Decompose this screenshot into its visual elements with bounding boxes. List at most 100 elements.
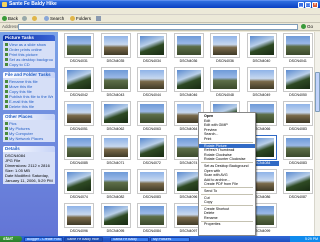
taskbar-button[interactable]: Blogger - Create Post (24, 236, 63, 242)
photo-thumbnail (140, 36, 164, 55)
go-button[interactable]: Go (301, 24, 317, 30)
thumbnail-item[interactable]: DSCN4035 (99, 33, 133, 65)
thumbnail-label: DSCN4083 (289, 161, 307, 165)
thumbnail-item[interactable]: DSCN4095 (99, 203, 133, 235)
thumbnail-label: DSCN4046 (179, 93, 198, 97)
thumbnail-item[interactable]: DSCN4082 (99, 169, 133, 201)
thumbnail-item[interactable]: DSCN4036 (208, 33, 242, 65)
thumbnail-frame (64, 33, 94, 58)
thumbnail-label: DSCN4035 (106, 59, 125, 63)
thumbnail-item[interactable]: DSCN4063 (135, 101, 169, 133)
thumbnail-item[interactable]: DSCN4074 (62, 169, 96, 201)
thumbnail-item[interactable]: DSCN4083 (281, 101, 315, 133)
thumbnail-item[interactable]: DSCN4071 (99, 135, 133, 167)
thumbnail-item[interactable]: DSCN4051 (62, 101, 96, 133)
taskbar-button[interactable]: Santa Fe Baldy (110, 236, 149, 242)
photo-thumbnail (67, 138, 91, 157)
thumbnail-item[interactable]: DSCN4087 (281, 169, 315, 201)
thumbnail-frame (210, 67, 240, 92)
context-menu-item[interactable]: Create PDF from File (199, 182, 255, 187)
thumbnail-item[interactable]: DSCN4096 (62, 203, 96, 235)
thumbnail-item[interactable]: DSCN4083 (135, 169, 169, 201)
photo-thumbnail (213, 70, 237, 89)
thumbnail-frame (246, 67, 277, 92)
forward-button[interactable] (22, 16, 28, 22)
thumbnail-item[interactable]: DSCN4040 (245, 33, 279, 65)
thumbnail-item[interactable]: DSCN4034 (135, 33, 169, 65)
photo-thumbnail (176, 138, 201, 157)
taskbar-button[interactable]: Sante Fe Baldy Hike (64, 236, 103, 242)
thumbnail-item[interactable]: DSCN4041 (281, 33, 315, 65)
task-icon (5, 48, 8, 51)
vertical-scrollbar[interactable] (314, 32, 320, 236)
file-task-item-5[interactable]: Delete this file (5, 104, 53, 109)
menu-bar: FileEditViewFavoritesToolsHelp (0, 8, 320, 22)
file-tasks-header[interactable]: File and Folder Tasks (3, 72, 55, 78)
thumbnail-item[interactable]: DSCN4084 (135, 203, 169, 235)
thumbnail-item[interactable]: DSCN4062 (99, 101, 133, 133)
views-button[interactable] (96, 16, 102, 22)
context-menu-item[interactable]: Rename (199, 216, 255, 221)
thumbnail-item[interactable]: DSCN4072 (135, 135, 169, 167)
thumbnail-label: DSCN4041 (289, 59, 307, 63)
thumbnail-frame (137, 203, 167, 228)
thumbnail-item[interactable]: DSCN4049 (245, 67, 279, 99)
context-menu-item[interactable]: Copy (199, 200, 255, 205)
thumbnail-label: DSCN4096 (70, 229, 88, 233)
back-button[interactable]: Back (2, 16, 18, 22)
thumbnail-frame (137, 33, 167, 58)
folder-up-icon (32, 16, 37, 21)
thumbnail-frame (100, 67, 131, 92)
thumbnail-item[interactable]: DSCN4031 (62, 33, 96, 65)
thumbnail-label: DSCN4036 (179, 59, 198, 63)
photo-thumbnail (67, 36, 91, 55)
context-menu-item[interactable]: Print (199, 137, 255, 142)
thumbnail-label: DSCN4048 (216, 93, 234, 97)
thumbnail-item[interactable]: DSCN4036 (172, 33, 206, 65)
photo-thumbnail (249, 70, 274, 89)
thumbnail-item[interactable]: DSCN4043 (99, 67, 133, 99)
title-bar[interactable]: Sante Fe Baldy Hike _ □ × (0, 0, 320, 8)
thumbnail-item[interactable]: DSCN4044 (135, 67, 169, 99)
address-field[interactable] (18, 24, 298, 30)
address-bar: Address Go (0, 23, 320, 31)
task-icon (5, 132, 8, 135)
thumbnail-frame (137, 169, 167, 194)
thumbnail-frame (283, 33, 313, 58)
photo-thumbnail (286, 138, 310, 157)
context-menu-item[interactable]: Send To (199, 189, 255, 194)
context-menu-item[interactable]: Set as Desktop Background (199, 164, 255, 169)
scrollbar-thumb[interactable] (315, 72, 320, 112)
thumbnail-frame (100, 135, 131, 160)
folders-button[interactable]: Folders (70, 16, 91, 22)
thumbnail-item[interactable]: DSCN4048 (208, 67, 242, 99)
thumbnail-frame (100, 101, 131, 126)
context-menu-item[interactable]: Properties (199, 222, 255, 227)
thumbnail-item[interactable]: DSCN4085 (62, 135, 96, 167)
thumbnail-label: DSCN4043 (106, 93, 125, 97)
task-icon (5, 95, 8, 98)
context-menu-item[interactable]: Rotate Counter Clockwise (199, 157, 255, 162)
search-button[interactable]: Search (44, 16, 64, 22)
explorer-window: Sante Fe Baldy Hike _ □ × FileEditViewFa… (0, 0, 320, 236)
task-icon (5, 90, 8, 93)
thumbnail-label: DSCN4083 (143, 195, 161, 199)
thumbnail-item[interactable]: DSCN4050 (281, 67, 315, 99)
other-place-item-3[interactable]: My Network Places (5, 136, 53, 141)
thumbnail-frame (283, 67, 313, 92)
thumbnail-frame (246, 33, 277, 58)
picture-task-item-4[interactable]: Copy to CD (5, 62, 53, 67)
photo-thumbnail (103, 138, 128, 157)
go-arrow-icon (301, 24, 306, 29)
up-button[interactable] (32, 16, 38, 22)
thumbnail-label: DSCN4084 (143, 229, 161, 233)
start-button[interactable]: start (0, 236, 22, 242)
thumbnail-frame (100, 203, 131, 228)
photo-thumbnail (140, 104, 164, 123)
thumbnail-item[interactable]: DSCN4046 (172, 67, 206, 99)
taskbar-button[interactable]: My Pictures (150, 236, 190, 242)
thumbnail-item[interactable]: DSCN4042 (62, 67, 96, 99)
thumbnail-label: DSCN4040 (252, 59, 271, 63)
thumbnail-item[interactable]: DSCN4083 (281, 135, 315, 167)
task-pane: Picture Tasks View as a slide show Order … (0, 32, 58, 236)
